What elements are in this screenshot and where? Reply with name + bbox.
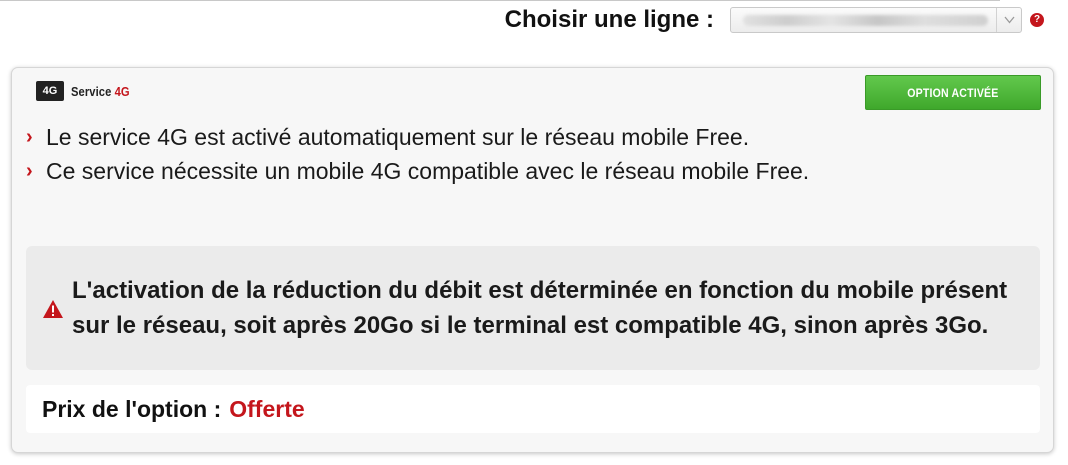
service-title: Service 4G xyxy=(71,84,130,99)
price-label: Prix de l'option : xyxy=(42,395,222,422)
feature-list: › Le service 4G est activé automatiqueme… xyxy=(26,120,1026,188)
option-card: 4G Service 4G OPTION ACTIVÉE › Le servic… xyxy=(11,67,1054,453)
help-icon[interactable]: ? xyxy=(1030,13,1044,27)
warning-box: L'activation de la réduction du débit es… xyxy=(26,246,1040,370)
bullet-arrow-icon: › xyxy=(26,126,33,148)
line-chooser-label: Choisir une ligne : xyxy=(504,6,714,33)
4g-badge-icon: 4G xyxy=(36,81,64,101)
option-status-label: OPTION ACTIVÉE xyxy=(907,85,999,100)
bullet-arrow-icon: › xyxy=(26,160,33,182)
warning-text: L'activation de la réduction du débit es… xyxy=(72,277,1008,339)
list-item-text: Ce service nécessite un mobile 4G compat… xyxy=(46,158,810,184)
card-header: 4G Service 4G xyxy=(36,81,139,101)
list-item: › Le service 4G est activé automatiqueme… xyxy=(26,120,1026,154)
line-select[interactable] xyxy=(730,7,1022,33)
list-item: › Ce service nécessite un mobile 4G comp… xyxy=(26,154,1026,188)
warning-icon xyxy=(43,300,63,318)
service-title-prefix: Service xyxy=(71,83,112,99)
option-status-button[interactable]: OPTION ACTIVÉE xyxy=(865,75,1041,110)
price-row: Prix de l'option : Offerte xyxy=(26,385,1040,433)
line-select-value xyxy=(743,15,988,26)
chevron-down-icon[interactable] xyxy=(996,8,1021,32)
line-chooser: Choisir une ligne : ? xyxy=(505,0,1044,40)
list-item-text: Le service 4G est activé automatiquement… xyxy=(46,124,750,150)
service-title-accent: 4G xyxy=(114,83,130,99)
price-value: Offerte xyxy=(229,395,305,422)
